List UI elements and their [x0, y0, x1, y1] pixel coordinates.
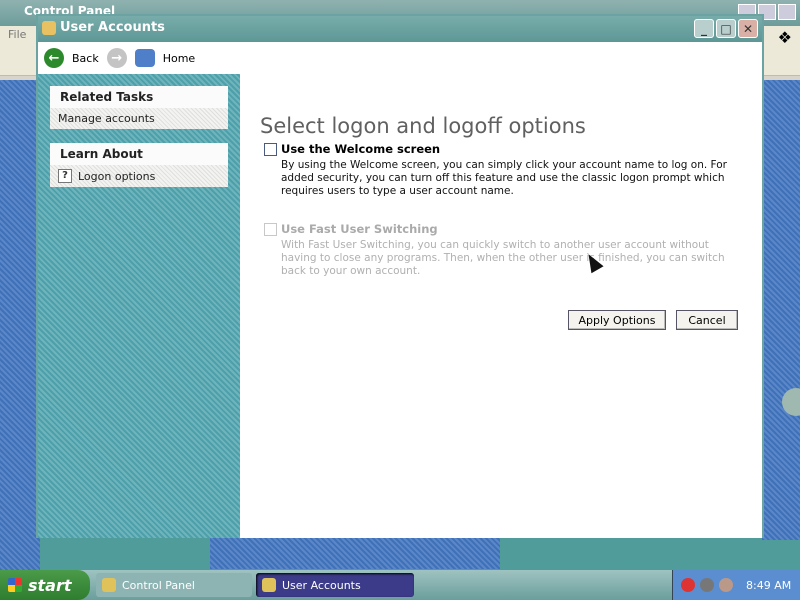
- network-icon[interactable]: [700, 578, 714, 592]
- welcome-screen-checkbox[interactable]: [264, 142, 277, 156]
- welcome-screen-description: By using the Welcome screen, you can sim…: [281, 159, 727, 197]
- apply-options-button[interactable]: Apply Options: [568, 310, 666, 330]
- fast-user-switching-checkbox: [264, 222, 277, 236]
- desktop-pattern: [210, 537, 500, 569]
- fast-user-switching-description: With Fast User Switching, you can quickl…: [281, 239, 725, 277]
- navigation-toolbar: ← Back → Home: [38, 42, 762, 74]
- task-sidebar: Related Tasks Manage accounts Learn Abou…: [38, 74, 240, 538]
- window-title: User Accounts: [60, 20, 165, 35]
- welcome-screen-option: Use the Welcome screen By using the Welc…: [264, 142, 744, 198]
- windows-logo-icon: ❖: [777, 28, 792, 47]
- related-tasks-header: Related Tasks: [50, 86, 228, 108]
- user-accounts-window: User Accounts _ □ ✕ ← Back → Home Relate…: [36, 14, 764, 538]
- desktop-pattern: [0, 80, 40, 570]
- taskbar-item-label: User Accounts: [282, 578, 361, 592]
- taskbar-control-panel[interactable]: Control Panel: [96, 573, 252, 597]
- home-button[interactable]: Home: [163, 52, 195, 65]
- maximize-button[interactable]: □: [716, 19, 736, 38]
- manage-accounts-link[interactable]: Manage accounts: [58, 112, 220, 125]
- fast-user-switching-label: Use Fast User Switching: [281, 222, 438, 236]
- window-titlebar[interactable]: User Accounts _ □ ✕: [38, 16, 762, 42]
- main-content: Select logon and logoff options Use the …: [240, 74, 762, 538]
- help-icon: ?: [58, 169, 72, 183]
- home-users-icon[interactable]: [134, 49, 155, 67]
- minimize-button[interactable]: _: [694, 19, 714, 38]
- taskbar-item-label: Control Panel: [122, 578, 195, 592]
- welcome-screen-label[interactable]: Use the Welcome screen: [281, 142, 440, 156]
- windows-flag-icon: [8, 578, 22, 592]
- user-accounts-icon: [262, 578, 276, 592]
- taskbar-user-accounts[interactable]: User Accounts: [256, 573, 414, 597]
- taskbar: start Control Panel User Accounts 8:49 A…: [0, 570, 800, 600]
- learn-about-panel: Learn About ? Logon options: [50, 143, 228, 187]
- close-icon[interactable]: [778, 4, 796, 20]
- back-button[interactable]: Back: [72, 52, 99, 65]
- back-arrow-icon[interactable]: ←: [44, 48, 64, 68]
- control-panel-icon: [102, 578, 116, 592]
- forward-arrow-icon[interactable]: →: [106, 48, 127, 68]
- start-button[interactable]: start: [0, 570, 90, 600]
- close-button[interactable]: ✕: [738, 19, 758, 38]
- system-tray: 8:49 AM: [672, 570, 800, 600]
- desktop-pattern: [762, 80, 800, 540]
- learn-about-header: Learn About: [50, 143, 228, 165]
- clock[interactable]: 8:49 AM: [746, 579, 791, 592]
- logon-options-label: Logon options: [78, 169, 156, 183]
- volume-icon[interactable]: [719, 578, 733, 592]
- cancel-button[interactable]: Cancel: [676, 310, 738, 330]
- logon-options-link[interactable]: ? Logon options: [58, 169, 220, 183]
- fast-user-switching-option: Use Fast User Switching With Fast User S…: [264, 222, 744, 278]
- user-accounts-icon: [42, 21, 56, 35]
- security-shield-icon[interactable]: [681, 578, 695, 592]
- window-controls: _ □ ✕: [694, 19, 758, 38]
- related-tasks-panel: Related Tasks Manage accounts: [50, 86, 228, 129]
- page-title: Select logon and logoff options: [260, 114, 586, 138]
- start-label: start: [28, 575, 72, 595]
